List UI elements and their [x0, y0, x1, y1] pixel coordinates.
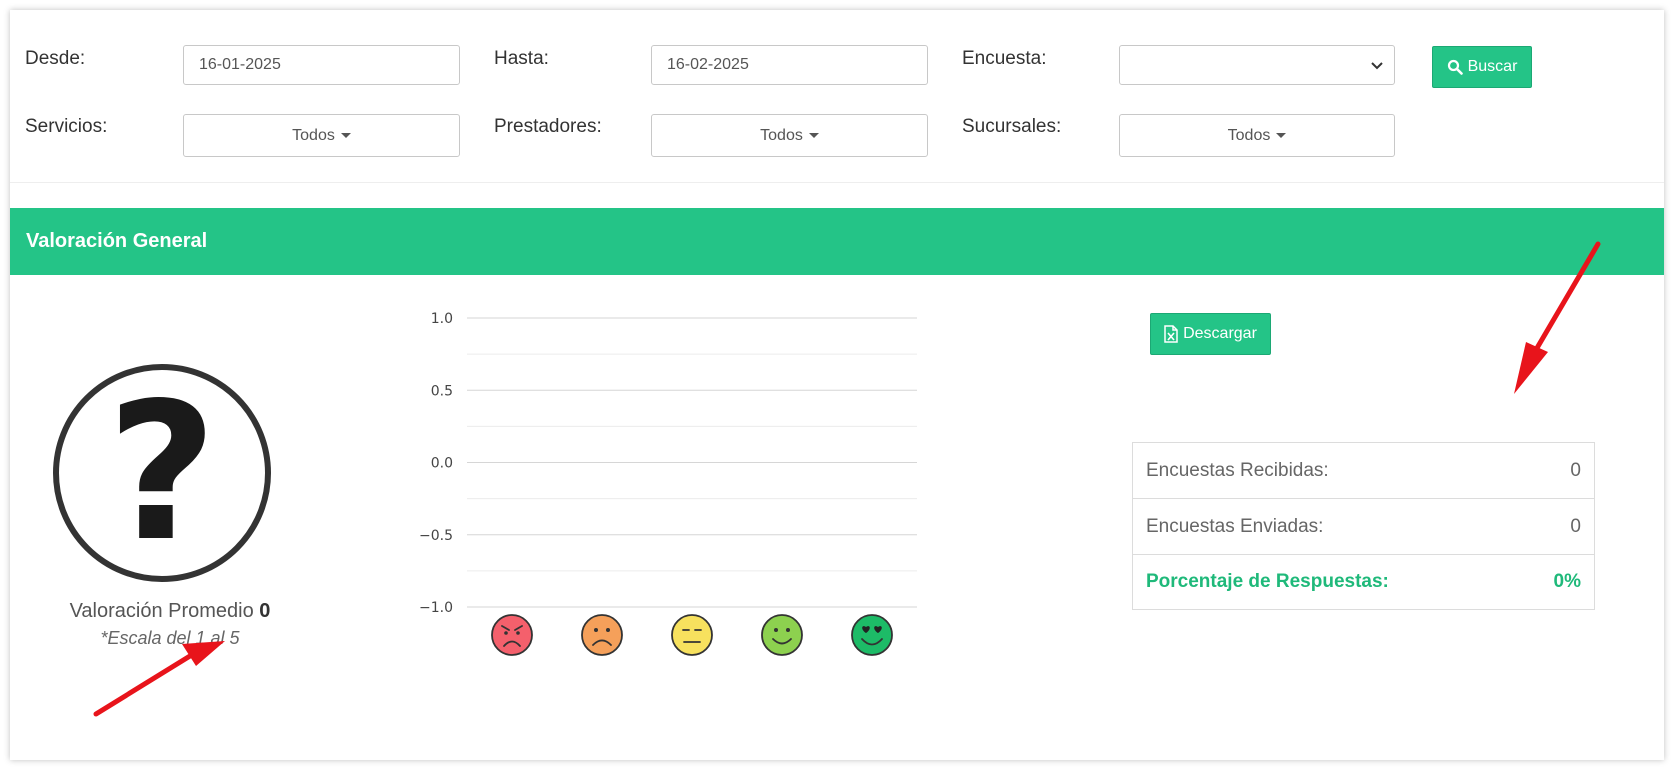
received-value: 0	[1570, 459, 1581, 481]
report-card: Desde: 16-01-2025 Hasta: 16-02-2025 Encu…	[10, 10, 1664, 760]
smiling-face-icon	[761, 614, 803, 656]
encuesta-label: Encuesta:	[962, 48, 1047, 69]
y-tick-label: −0.5	[419, 528, 453, 544]
servicios-value: Todos	[292, 127, 335, 144]
stats-table: Encuestas Recibidas: 0 Encuestas Enviada…	[1132, 442, 1595, 610]
sad-face-icon	[581, 614, 623, 656]
received-label: Encuestas Recibidas:	[1146, 459, 1329, 481]
rating-chart: 1.0 0.5 0.0 −0.5 −1.0	[419, 311, 917, 656]
sucursales-dropdown[interactable]: Todos	[1119, 114, 1395, 157]
encuesta-select[interactable]	[1119, 45, 1395, 85]
section-title: Valoración General	[26, 230, 208, 252]
percent-label: Porcentaje de Respuestas:	[1146, 571, 1389, 592]
average-rating: Valoración Promedio 0	[10, 600, 330, 623]
search-icon	[1447, 59, 1463, 75]
question-mark-icon: ?	[107, 362, 217, 583]
y-tick-label: −1.0	[419, 600, 453, 616]
buscar-label: Buscar	[1467, 58, 1518, 75]
stats-row-received: Encuestas Recibidas: 0	[1133, 443, 1594, 498]
neutral-face-icon	[671, 614, 713, 656]
desde-label: Desde:	[25, 48, 86, 69]
excel-file-icon	[1164, 325, 1178, 343]
sent-label: Encuestas Enviadas:	[1146, 515, 1324, 537]
average-rating-value: 0	[259, 600, 271, 622]
hasta-label: Hasta:	[494, 48, 549, 69]
sucursales-label: Sucursales:	[962, 116, 1062, 137]
prestadores-label: Prestadores:	[494, 116, 602, 137]
descargar-button[interactable]: Descargar	[1150, 313, 1271, 355]
heart-eyes-face-icon	[851, 614, 893, 656]
caret-down-icon	[1276, 133, 1287, 139]
annotation-arrow-icon	[1514, 241, 1601, 394]
y-tick-label: 0.5	[431, 383, 453, 399]
section-header: Valoración General	[10, 208, 1664, 275]
percent-value: 0%	[1553, 571, 1581, 592]
stats-row-sent: Encuestas Enviadas: 0	[1133, 498, 1594, 554]
chevron-down-icon	[1371, 62, 1383, 70]
buscar-button[interactable]: Buscar	[1432, 46, 1532, 88]
filters-divider	[10, 182, 1664, 183]
rating-circle: ?	[53, 362, 271, 583]
prestadores-value: Todos	[760, 127, 803, 144]
prestadores-dropdown[interactable]: Todos	[651, 114, 928, 157]
sucursales-value: Todos	[1227, 127, 1271, 144]
caret-down-icon	[808, 133, 819, 139]
average-rating-label: Valoración Promedio	[69, 600, 254, 622]
caret-down-icon	[340, 133, 351, 139]
y-tick-label: 1.0	[431, 311, 453, 327]
y-tick-label: 0.0	[431, 456, 453, 472]
servicios-label: Servicios:	[25, 116, 108, 137]
stats-row-percent: Porcentaje de Respuestas: 0%	[1133, 554, 1594, 609]
sent-value: 0	[1570, 515, 1581, 537]
descargar-label: Descargar	[1183, 325, 1257, 342]
servicios-dropdown[interactable]: Todos	[183, 114, 460, 157]
desde-date-input[interactable]: 16-01-2025	[183, 45, 460, 85]
hasta-date-input[interactable]: 16-02-2025	[651, 45, 928, 85]
annotation-arrow-icon	[93, 641, 225, 717]
very-angry-face-icon	[491, 614, 533, 656]
